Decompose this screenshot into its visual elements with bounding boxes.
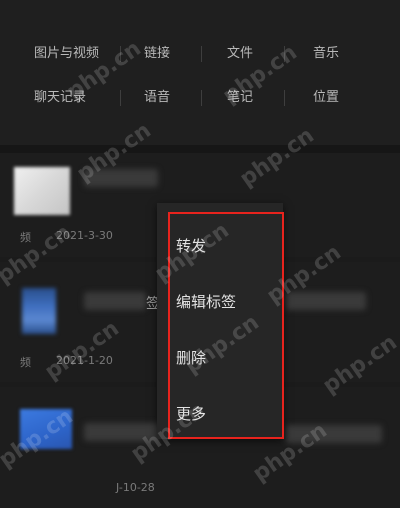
filter-separator [120,90,121,106]
filter-notes[interactable]: 笔记 [227,86,253,110]
item-date: J-10-28 [116,481,155,494]
item-thumbnail [22,288,56,334]
filter-separator [284,46,285,62]
filter-separator [201,46,202,62]
item-title-redacted [84,292,146,310]
item-title-redacted [286,425,382,443]
filter-voice[interactable]: 语音 [144,86,170,110]
menu-item-edit-tags[interactable]: 编辑标签 [157,282,283,322]
item-source: 频 [20,231,31,244]
filter-links[interactable]: 链接 [144,42,170,66]
filter-location[interactable]: 位置 [313,86,339,110]
menu-item-more[interactable]: 更多 [157,394,283,434]
filter-music[interactable]: 音乐 [313,42,339,66]
filter-separator [284,90,285,106]
filter-row-2: 聊天记录 语音 笔记 位置 [0,86,400,110]
item-thumbnail [20,409,72,449]
item-title-redacted [84,423,160,441]
item-date: 2021-3-30 [56,229,113,242]
filter-row-1: 图片与视频 链接 文件 音乐 [0,42,400,66]
filter-separator [120,46,121,62]
filter-photos-videos[interactable]: 图片与视频 [34,42,99,66]
filter-separator [201,90,202,106]
item-thumbnail [14,167,70,215]
panel-divider [0,145,400,153]
menu-item-delete[interactable]: 删除 [157,338,283,378]
item-date: 2021-1-20 [56,354,113,367]
context-menu: 转发 编辑标签 删除 更多 [157,203,283,439]
menu-item-forward[interactable]: 转发 [157,226,283,266]
item-source: 频 [20,356,31,369]
filter-panel: 图片与视频 链接 文件 音乐 聊天记录 语音 笔记 位置 [0,0,400,145]
item-title-redacted [286,292,366,310]
item-title-redacted [84,169,158,187]
filter-chat-history[interactable]: 聊天记录 [34,86,86,110]
filter-files[interactable]: 文件 [227,42,253,66]
